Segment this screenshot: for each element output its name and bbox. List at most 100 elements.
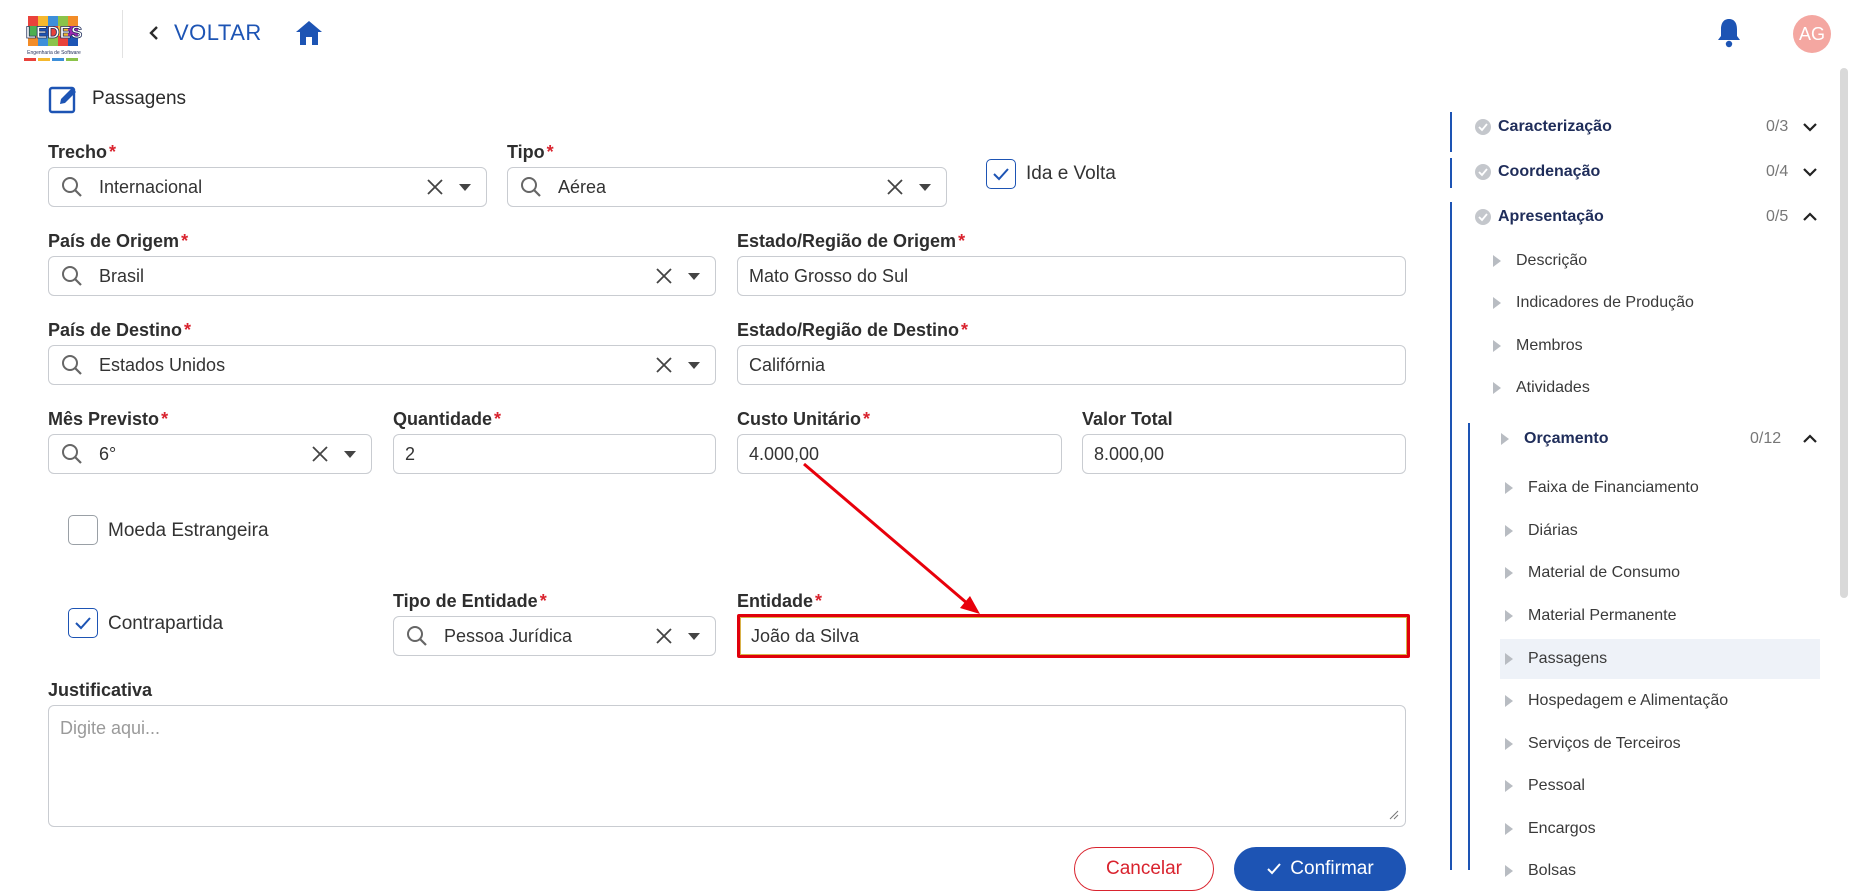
- back-button[interactable]: VOLTAR: [146, 18, 262, 48]
- sidebar-group-orcamento[interactable]: Orçamento 0/12: [1500, 421, 1826, 457]
- check-circle-icon: [1475, 209, 1491, 225]
- sidebar-item-label: Pessoal: [1528, 777, 1585, 794]
- dropdown-icon[interactable]: [687, 631, 701, 641]
- caret-right-icon: [1505, 865, 1513, 877]
- tipo-select[interactable]: Aérea: [507, 167, 947, 207]
- justificativa-textarea[interactable]: Digite aqui...: [48, 705, 1406, 827]
- pais-destino-value: Estados Unidos: [99, 354, 226, 375]
- dropdown-icon[interactable]: [918, 182, 932, 192]
- quantidade-value: 2: [405, 443, 416, 464]
- confirm-button[interactable]: Confirmar: [1234, 847, 1406, 891]
- sidebar-item-passagens[interactable]: Passagens: [1500, 639, 1820, 679]
- ida-e-volta-checkbox[interactable]: [986, 159, 1016, 189]
- sidebar-item-pessoal[interactable]: Pessoal: [1500, 766, 1820, 806]
- clear-icon[interactable]: [655, 267, 673, 285]
- custo-unitario-value: 4.000,00: [749, 443, 820, 464]
- valor-total-input[interactable]: 8.000,00: [1082, 434, 1406, 474]
- sidebar-item-servicos[interactable]: Serviços de Terceiros: [1500, 724, 1820, 764]
- entidade-input[interactable]: João da Silva: [737, 614, 1410, 658]
- contrapartida-checkbox[interactable]: [68, 608, 98, 638]
- quantidade-input[interactable]: 2: [393, 434, 716, 474]
- sidebar-group-caracterizacao[interactable]: Caracterização 0/3: [1450, 107, 1826, 147]
- home-icon[interactable]: [294, 18, 324, 48]
- back-label: VOLTAR: [174, 20, 262, 45]
- clear-icon[interactable]: [655, 356, 673, 374]
- caret-right-icon: [1505, 610, 1513, 622]
- dropdown-icon[interactable]: [687, 360, 701, 370]
- dropdown-icon[interactable]: [458, 182, 472, 192]
- chevron-down-icon[interactable]: [1802, 119, 1818, 135]
- sidebar-item-bolsas[interactable]: Bolsas: [1500, 851, 1820, 891]
- contrapartida-label: Contrapartida: [108, 613, 224, 634]
- search-icon: [62, 355, 82, 375]
- sidebar-item-material-consumo[interactable]: Material de Consumo: [1500, 553, 1820, 593]
- sidebar-item-diarias[interactable]: Diárias: [1500, 511, 1820, 551]
- sidebar-group-count: 0/4: [1766, 163, 1789, 180]
- valor-total-label: Valor Total: [1082, 409, 1173, 429]
- sidebar-nav: Caracterização 0/3 Coordenação 0/4 Apres…: [1450, 78, 1826, 879]
- sidebar-item-encargos[interactable]: Encargos: [1500, 809, 1820, 849]
- chevron-up-icon[interactable]: [1802, 431, 1818, 447]
- cancel-button[interactable]: Cancelar: [1074, 847, 1214, 891]
- caret-right-icon: [1493, 297, 1501, 309]
- tipo-entidade-select[interactable]: Pessoa Jurídica: [393, 616, 716, 656]
- sidebar-item-label: Material Permanente: [1528, 607, 1677, 624]
- tipo-value: Aérea: [558, 176, 607, 197]
- bell-icon[interactable]: [1714, 16, 1744, 48]
- tipo-label: Tipo *: [507, 142, 554, 162]
- section-header: Passagens: [48, 84, 186, 114]
- justificativa-label: Justificativa: [48, 680, 153, 700]
- moeda-estrangeira-checkbox[interactable]: [68, 515, 98, 545]
- caret-right-icon: [1505, 695, 1513, 707]
- dropdown-icon[interactable]: [687, 271, 701, 281]
- trecho-label: Trecho *: [48, 142, 117, 162]
- trecho-select[interactable]: Internacional: [48, 167, 487, 207]
- estado-origem-value: Mato Grosso do Sul: [749, 265, 909, 286]
- sidebar-item-descricao[interactable]: Descrição: [1492, 243, 1587, 279]
- estado-destino-input[interactable]: Califórnia: [737, 345, 1406, 385]
- sidebar-group-count: 0/5: [1766, 208, 1789, 225]
- sidebar-item-hospedagem[interactable]: Hospedagem e Alimentação: [1500, 681, 1820, 721]
- estado-origem-label: Estado/Região de Origem *: [737, 231, 966, 251]
- clear-icon[interactable]: [426, 178, 444, 196]
- clear-icon[interactable]: [655, 627, 673, 645]
- search-icon: [407, 626, 427, 646]
- sidebar-item-label: Descrição: [1516, 252, 1588, 269]
- custo-unitario-label: Custo Unitário *: [737, 409, 871, 429]
- section-title: Passagens: [92, 88, 187, 109]
- entidade-value: João da Silva: [751, 625, 860, 646]
- sidebar-item-label: Diárias: [1528, 522, 1578, 539]
- ledes-logo[interactable]: LEDES Engenharia de Software: [18, 8, 90, 64]
- clear-icon[interactable]: [886, 178, 904, 196]
- sidebar-item-indicadores[interactable]: Indicadores de Produção: [1492, 285, 1694, 321]
- pais-origem-select[interactable]: Brasil: [48, 256, 716, 296]
- custo-unitario-input[interactable]: 4.000,00: [737, 434, 1062, 474]
- sidebar-group-apresentacao[interactable]: Apresentação 0/5: [1450, 197, 1826, 237]
- header-divider: [122, 10, 123, 58]
- caret-right-icon: [1505, 653, 1513, 665]
- clear-icon[interactable]: [311, 445, 329, 463]
- mes-previsto-select[interactable]: 6°: [48, 434, 372, 474]
- sidebar-group-label: Caracterização: [1498, 118, 1612, 135]
- estado-origem-input[interactable]: Mato Grosso do Sul: [737, 256, 1406, 296]
- sidebar-marker: [1468, 423, 1470, 870]
- dropdown-icon[interactable]: [343, 449, 357, 459]
- sidebar-group-count: 0/3: [1766, 118, 1789, 135]
- chevron-up-icon[interactable]: [1802, 209, 1818, 225]
- search-icon: [62, 177, 82, 197]
- sidebar-item-membros[interactable]: Membros: [1492, 328, 1583, 364]
- sidebar-item-label: Bolsas: [1528, 862, 1577, 879]
- sidebar-item-faixa[interactable]: Faixa de Financiamento: [1500, 468, 1820, 508]
- sidebar-item-material-permanente[interactable]: Material Permanente: [1500, 596, 1820, 636]
- pais-destino-select[interactable]: Estados Unidos: [48, 345, 716, 385]
- avatar[interactable]: AG: [1793, 15, 1831, 53]
- moeda-estrangeira-label: Moeda Estrangeira: [108, 520, 269, 541]
- justificativa-placeholder: Digite aqui...: [60, 718, 161, 738]
- mes-previsto-value: 6°: [99, 443, 117, 464]
- chevron-down-icon[interactable]: [1802, 164, 1818, 180]
- page-scrollbar[interactable]: [1840, 68, 1848, 598]
- sidebar-group-coordenacao[interactable]: Coordenação 0/4: [1450, 152, 1826, 192]
- resize-handle-icon[interactable]: [1389, 810, 1399, 820]
- sidebar-marker: [1450, 202, 1452, 870]
- sidebar-item-atividades[interactable]: Atividades: [1492, 370, 1590, 406]
